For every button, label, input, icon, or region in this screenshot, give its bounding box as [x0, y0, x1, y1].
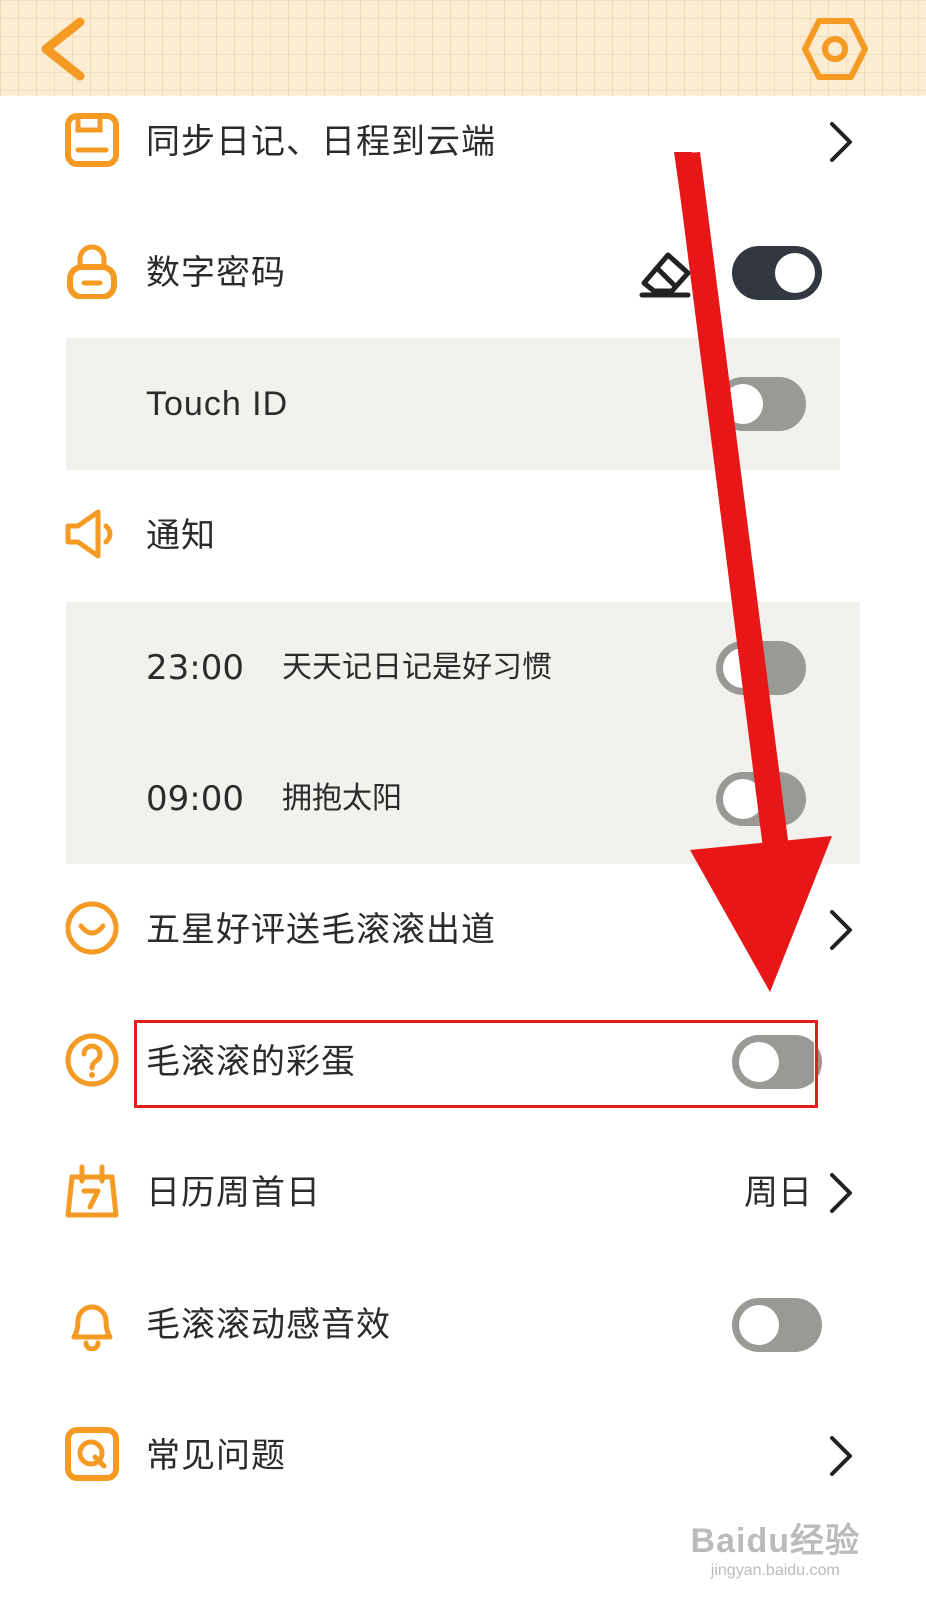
passcode-label: 数字密码 [146, 253, 286, 293]
sync-label: 同步日记、日程到云端 [146, 122, 496, 162]
touch-id-toggle[interactable] [716, 377, 806, 431]
week-start-row[interactable]: 日历周首日 周日 [0, 1127, 926, 1259]
chevron-right-icon [830, 122, 852, 162]
rate-label: 五星好评送毛滚滚出道 [146, 910, 496, 950]
week-start-label: 日历周首日 [146, 1173, 321, 1213]
settings-hexagon-icon[interactable] [802, 16, 868, 82]
easter-egg-toggle[interactable] [732, 1035, 822, 1089]
reminder-row: 23:00 天天记日记是好习惯 [66, 602, 840, 734]
watermark-url: jingyan.baidu.com [710, 1562, 840, 1579]
calendar-icon [65, 1164, 119, 1218]
reminder-text: 拥抱太阳 [282, 781, 402, 816]
notification-row: 通知 [0, 470, 926, 602]
chevron-right-icon [830, 1436, 852, 1476]
reminder-time: 09:00 [146, 779, 244, 819]
rate-row[interactable]: 五星好评送毛滚滚出道 [0, 864, 926, 996]
easter-egg-label: 毛滚滚的彩蛋 [146, 1042, 356, 1082]
reminder-toggle[interactable] [716, 641, 806, 695]
reminder-row: 09:00 拥抱太阳 [66, 733, 840, 865]
question-icon [65, 1033, 119, 1087]
watermark: Baidu经验 jingyan.baidu.com [691, 1513, 860, 1580]
faq-row[interactable]: 常见问题 [0, 1390, 926, 1522]
watermark-brand: Baidu经验 [690, 1522, 860, 1560]
sound-row: 毛滚滚动感音效 [0, 1259, 926, 1391]
easter-egg-row: 毛滚滚的彩蛋 [0, 996, 926, 1128]
q-icon [65, 1427, 119, 1481]
speaker-icon [65, 509, 113, 559]
reminders-group: 23:00 天天记日记是好习惯 09:00 拥抱太阳 [66, 602, 860, 864]
passcode-toggle[interactable] [732, 246, 822, 300]
sync-row[interactable]: 同步日记、日程到云端 [0, 76, 926, 208]
chevron-right-icon [830, 910, 852, 950]
notification-label: 通知 [146, 516, 216, 556]
save-icon [65, 113, 119, 167]
reminder-toggle[interactable] [716, 772, 806, 826]
sound-toggle[interactable] [732, 1298, 822, 1352]
lock-icon [67, 244, 117, 299]
touch-id-row: Touch ID [66, 338, 840, 470]
chevron-right-icon [830, 1173, 852, 1213]
reminder-time: 23:00 [146, 648, 244, 688]
chevron-left-icon[interactable] [34, 14, 94, 84]
sound-label: 毛滚滚动感音效 [146, 1305, 391, 1345]
reminder-text: 天天记日记是好习惯 [282, 650, 552, 685]
week-start-value: 周日 [744, 1173, 812, 1213]
smile-icon [65, 901, 119, 955]
eraser-icon[interactable] [636, 247, 694, 299]
bell-icon [71, 1304, 113, 1351]
passcode-row: 数字密码 [0, 207, 926, 339]
touch-id-label: Touch ID [146, 385, 289, 423]
faq-label: 常见问题 [146, 1436, 286, 1476]
